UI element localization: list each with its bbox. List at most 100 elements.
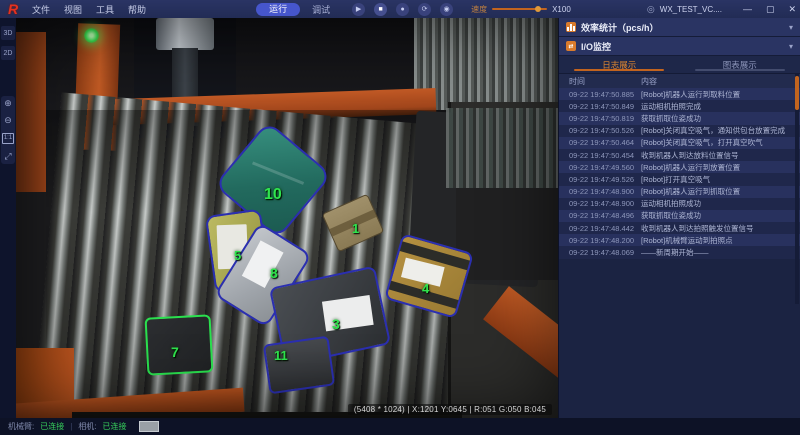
maximize-button[interactable]: ▢ bbox=[766, 4, 775, 15]
log-row[interactable]: 09-22 19:47:50.885[Robot]机器人运行到取料位置 bbox=[559, 88, 800, 100]
log-row[interactable]: 09-22 19:47:50.819获取抓取位姿成功 bbox=[559, 112, 800, 124]
zoom-in-icon[interactable]: ⊕ bbox=[4, 99, 12, 108]
log-content: [Robot]机器人运行到取料位置 bbox=[637, 89, 800, 100]
view-3d-button[interactable]: 3D bbox=[1, 26, 15, 40]
bar-chart-icon bbox=[566, 22, 576, 32]
efficiency-section-header[interactable]: 效率统计（pcs/h） ▾ bbox=[559, 18, 800, 37]
record-icon[interactable]: ● bbox=[396, 3, 409, 16]
status-bar: 机械臂: 已连接 | 相机: 已连接 bbox=[0, 418, 800, 435]
log-content: 收到机器人到达拍照触发位置信号 bbox=[637, 223, 800, 234]
minimize-button[interactable]: — bbox=[743, 4, 752, 14]
log-row[interactable]: 09-22 19:47:49.526[Robot]打开真空吸气 bbox=[559, 173, 800, 185]
play-icon[interactable]: ▶ bbox=[352, 3, 365, 16]
window-title-area: ◎ WX_TEST_VC.... bbox=[647, 0, 722, 18]
log-content: [Robot]打开真空吸气 bbox=[637, 174, 800, 185]
menu-tools[interactable]: 工具 bbox=[96, 3, 114, 16]
debug-button[interactable]: 调试 bbox=[312, 3, 330, 16]
detection-label: 4 bbox=[422, 281, 429, 296]
right-panel: 效率统计（pcs/h） ▾ ⇄ I/O监控 ▾ 日志展示 图表展示 时间 内容 … bbox=[558, 18, 800, 418]
log-content: [Robot]关闭真空吸气，通知供包台放置完成 bbox=[637, 125, 800, 136]
menu-view[interactable]: 视图 bbox=[64, 3, 82, 16]
refresh-icon[interactable]: ⟳ bbox=[418, 3, 431, 16]
log-time: 09-22 19:47:48.200 bbox=[559, 236, 637, 245]
detection-label: 5 bbox=[234, 248, 241, 263]
menu-bar: 文件 视图 工具 帮助 bbox=[32, 3, 146, 16]
speed-label: 速度 bbox=[471, 4, 487, 15]
log-row[interactable]: 09-22 19:47:49.560[Robot]机器人运行到放置位置 bbox=[559, 161, 800, 173]
log-row[interactable]: 09-22 19:47:50.526[Robot]关闭真空吸气，通知供包台放置完… bbox=[559, 125, 800, 137]
pixel-readout: (5408 * 1024) | X:1201 Y:0645 | R:051 G:… bbox=[348, 404, 552, 415]
log-content: 运动相机拍照成功 bbox=[637, 198, 800, 209]
menu-help[interactable]: 帮助 bbox=[128, 3, 146, 16]
capture-icon[interactable]: ◉ bbox=[440, 3, 453, 16]
log-time: 09-22 19:47:48.496 bbox=[559, 211, 637, 220]
detection-label: 1 bbox=[352, 221, 359, 236]
log-time: 09-22 19:47:48.442 bbox=[559, 224, 637, 233]
speed-slider-knob[interactable] bbox=[535, 6, 541, 12]
log-row[interactable]: 09-22 19:47:48.496获取抓取位姿成功 bbox=[559, 210, 800, 222]
detection-label: 7 bbox=[171, 344, 179, 360]
log-content: 获取抓取位姿成功 bbox=[637, 210, 800, 221]
log-row[interactable]: 09-22 19:47:50.464[Robot]关闭真空吸气，打开真空吹气 bbox=[559, 137, 800, 149]
top-bar: R 文件 视图 工具 帮助 运行 调试 ▶ ■ ● ⟳ ◉ 速度 X100 ◎ … bbox=[0, 0, 800, 18]
camera-thumbnail[interactable] bbox=[139, 421, 159, 432]
detection-layer: 10 1 5 8 3 4 7 11 bbox=[16, 18, 558, 418]
toolbar-icon-group: ▶ ■ ● ⟳ ◉ bbox=[352, 3, 453, 16]
log-row[interactable]: 09-22 19:47:48.069——新周期开始—— bbox=[559, 246, 800, 258]
view-2d-button[interactable]: 2D bbox=[1, 46, 15, 60]
log-time: 09-22 19:47:50.849 bbox=[559, 102, 637, 111]
log-time: 09-22 19:47:48.900 bbox=[559, 187, 637, 196]
io-monitor-icon: ⇄ bbox=[566, 41, 576, 51]
log-time: 09-22 19:47:48.069 bbox=[559, 248, 637, 257]
fit-view-icon[interactable]: ⤢ bbox=[4, 152, 11, 161]
io-section-header[interactable]: ⇄ I/O监控 ▾ bbox=[559, 37, 800, 56]
zoom-out-icon[interactable]: ⊖ bbox=[4, 116, 12, 125]
detection-label: 8 bbox=[270, 265, 278, 281]
window-controls: — ▢ ✕ bbox=[743, 0, 796, 18]
gear-icon[interactable]: ◎ bbox=[647, 4, 655, 15]
log-time: 09-22 19:47:49.560 bbox=[559, 163, 637, 172]
chevron-down-icon[interactable]: ▾ bbox=[789, 23, 793, 32]
chevron-down-icon[interactable]: ▾ bbox=[789, 42, 793, 51]
camera-status-label: 相机: bbox=[78, 421, 96, 432]
log-row[interactable]: 09-22 19:47:48.200[Robot]机械臂运动到拍照点 bbox=[559, 234, 800, 246]
log-table-header: 时间 内容 bbox=[559, 74, 800, 88]
log-content: 获取抓取位姿成功 bbox=[637, 113, 800, 124]
log-time: 09-22 19:47:50.454 bbox=[559, 151, 637, 160]
robot-status-value: 已连接 bbox=[40, 421, 64, 432]
menu-file[interactable]: 文件 bbox=[32, 3, 50, 16]
log-row[interactable]: 09-22 19:47:50.849运动相机拍照完成 bbox=[559, 100, 800, 112]
app-logo-icon: R bbox=[0, 0, 26, 18]
detection-label: 10 bbox=[264, 186, 282, 204]
detection-label: 11 bbox=[274, 348, 288, 363]
zoom-tool-group: ⊕ ⊖ 1:1 ⤢ bbox=[1, 96, 15, 164]
window-title: WX_TEST_VC.... bbox=[660, 5, 722, 14]
log-table: 时间 内容 09-22 19:47:50.885[Robot]机器人运行到取料位… bbox=[559, 74, 800, 259]
camera-view[interactable]: 10 1 5 8 3 4 7 11 (5408 * 1024) | X:1201 Y:0645… bbox=[16, 18, 558, 418]
log-col-content: 内容 bbox=[637, 76, 800, 87]
detection-label: 3 bbox=[332, 316, 340, 332]
log-scrollbar[interactable] bbox=[795, 74, 799, 304]
camera-status-value: 已连接 bbox=[103, 421, 127, 432]
speed-slider[interactable] bbox=[492, 8, 547, 10]
actual-size-icon[interactable]: 1:1 bbox=[2, 133, 14, 144]
log-table-body: 09-22 19:47:50.885[Robot]机器人运行到取料位置09-22… bbox=[559, 88, 800, 259]
close-button[interactable]: ✕ bbox=[788, 4, 796, 15]
log-content: 收到机器人到达放料位置信号 bbox=[637, 150, 800, 161]
tab-log-display[interactable]: 日志展示 bbox=[559, 56, 680, 73]
log-row[interactable]: 09-22 19:47:48.442收到机器人到达拍照触发位置信号 bbox=[559, 222, 800, 234]
tab-chart-display[interactable]: 图表展示 bbox=[680, 56, 800, 73]
log-time: 09-22 19:47:49.526 bbox=[559, 175, 637, 184]
status-separator: | bbox=[70, 422, 72, 431]
speed-value: X100 bbox=[552, 5, 571, 14]
run-button[interactable]: 运行 bbox=[256, 3, 300, 16]
scrollbar-thumb[interactable] bbox=[795, 76, 799, 110]
log-row[interactable]: 09-22 19:47:50.454收到机器人到达放料位置信号 bbox=[559, 149, 800, 161]
log-time: 09-22 19:47:50.526 bbox=[559, 126, 637, 135]
log-row[interactable]: 09-22 19:47:48.900[Robot]机器人运行到抓取位置 bbox=[559, 186, 800, 198]
log-row[interactable]: 09-22 19:47:48.900运动相机拍照成功 bbox=[559, 198, 800, 210]
log-time: 09-22 19:47:50.464 bbox=[559, 138, 637, 147]
stop-icon[interactable]: ■ bbox=[374, 3, 387, 16]
log-content: [Robot]机械臂运动到拍照点 bbox=[637, 235, 800, 246]
io-tabs: 日志展示 图表展示 bbox=[559, 56, 800, 74]
